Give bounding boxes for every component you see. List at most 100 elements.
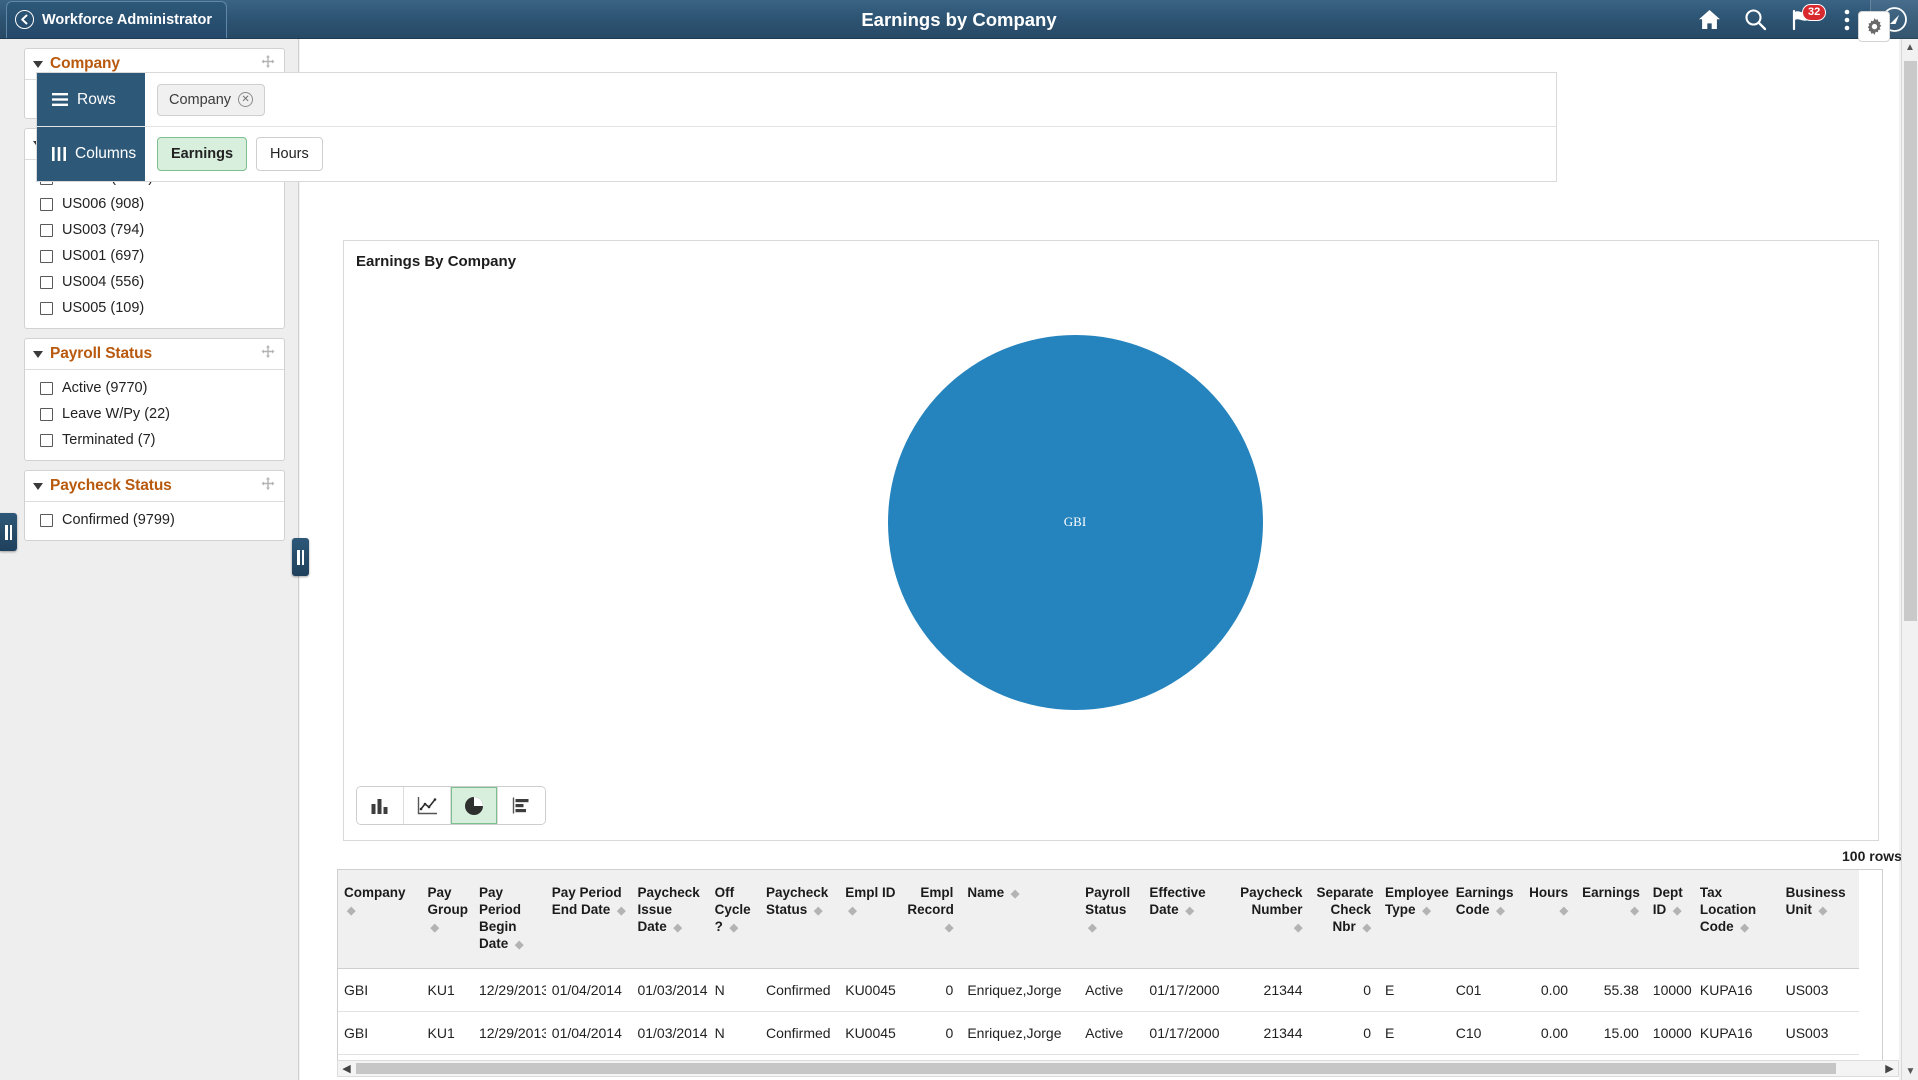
col-empl-record[interactable]: Empl Record ◆	[901, 870, 962, 969]
line-chart-icon[interactable]	[404, 787, 451, 824]
checkbox[interactable]	[40, 433, 53, 447]
collapse-filter-panel-handle[interactable]	[292, 538, 309, 576]
sort-icon[interactable]: ◆	[1673, 905, 1681, 917]
col-pay-period-begin-date[interactable]: Pay Period Begin Date ◆	[472, 870, 546, 969]
horizontal-bar-chart-icon[interactable]	[498, 787, 545, 824]
sort-icon[interactable]: ◆	[1740, 922, 1748, 934]
sort-icon[interactable]: ◆	[515, 939, 523, 951]
col-payroll-status[interactable]: Payroll Status ◆	[1079, 870, 1144, 969]
table-row[interactable]: GBI KU1 12/29/2013 01/04/2014 01/03/2014…	[338, 1011, 1859, 1055]
sort-icon[interactable]: ◆	[1185, 905, 1193, 917]
sort-icon[interactable]: ◆	[848, 905, 856, 917]
sort-icon[interactable]: ◆	[730, 922, 738, 934]
back-to-workforce-administrator-tab[interactable]: Workforce Administrator	[6, 0, 227, 38]
move-handle-icon[interactable]	[261, 345, 275, 364]
cell-off-cycle: N	[708, 968, 760, 1012]
sort-icon[interactable]: ◆	[1422, 905, 1430, 917]
checkbox[interactable]	[40, 381, 53, 395]
col-label: Empl ID	[845, 885, 896, 900]
columns-drop-target[interactable]: Columns	[37, 127, 145, 181]
grid-hscroll-thumb[interactable]	[356, 1063, 1836, 1074]
scroll-right-icon[interactable]: ▶	[1881, 1060, 1898, 1077]
col-business-unit[interactable]: Business Unit ◆	[1779, 870, 1859, 969]
search-icon[interactable]	[1732, 0, 1778, 39]
col-pay-group[interactable]: Pay Group ◆	[421, 870, 473, 969]
checkbox[interactable]	[40, 407, 53, 421]
col-pay-period-end-date[interactable]: Pay Period End Date ◆	[545, 870, 632, 969]
sort-icon[interactable]: ◆	[431, 922, 439, 934]
measure-button-hours[interactable]: Hours	[256, 137, 323, 171]
remove-chip-icon[interactable]: ✕	[238, 92, 254, 107]
col-hours[interactable]: Hours ◆	[1522, 870, 1577, 969]
sort-icon[interactable]: ◆	[1819, 905, 1827, 917]
sort-icon[interactable]: ◆	[1363, 922, 1371, 934]
facet-filter-panel: Company GBI (9799) Business Unit GBIBU (…	[0, 39, 299, 1080]
pie-chart-icon[interactable]	[451, 787, 498, 824]
sort-icon[interactable]: ◆	[814, 905, 822, 917]
col-earnings[interactable]: Earnings ◆	[1576, 870, 1647, 969]
rows-drop-target[interactable]: Rows	[37, 73, 145, 126]
col-separate-check-nbr[interactable]: Separate Check Nbr ◆	[1310, 870, 1380, 969]
cell-earnings: 15.00	[1576, 1011, 1647, 1055]
page-scroll-down-icon[interactable]: ▼	[1902, 1063, 1918, 1080]
checkbox[interactable]	[40, 301, 53, 315]
page-vertical-scrollbar[interactable]: ▲ ▼	[1901, 39, 1918, 1080]
facet-item[interactable]: Active (9770)	[25, 375, 284, 401]
sort-icon[interactable]: ◆	[1294, 922, 1302, 934]
sort-icon[interactable]: ◆	[617, 905, 625, 917]
sort-icon[interactable]: ◆	[1088, 922, 1096, 934]
sort-icon[interactable]: ◆	[1011, 888, 1019, 900]
move-handle-icon[interactable]	[261, 477, 275, 496]
notifications-flag-icon[interactable]: 32	[1778, 0, 1827, 39]
facet-item[interactable]: US005 (109)	[25, 295, 284, 321]
checkbox[interactable]	[40, 513, 53, 527]
bar-chart-icon[interactable]	[357, 787, 404, 824]
scroll-left-icon[interactable]: ◀	[338, 1060, 355, 1077]
facet-item[interactable]: Leave W/Py (22)	[25, 401, 284, 427]
checkbox[interactable]	[40, 197, 53, 211]
collapse-page-handle[interactable]	[0, 513, 17, 551]
gear-icon[interactable]	[1858, 11, 1890, 42]
col-paycheck-issue-date[interactable]: Paycheck Issue Date ◆	[631, 870, 709, 969]
col-dept-id[interactable]: Dept ID ◆	[1646, 870, 1694, 969]
col-name[interactable]: Name ◆	[961, 870, 1080, 969]
col-tax-location-code[interactable]: Tax Location Code ◆	[1693, 870, 1780, 969]
col-off-cycle[interactable]: Off Cycle ? ◆	[708, 870, 760, 969]
col-empl-id[interactable]: Empl ID ◆	[839, 870, 902, 969]
facet-paycheck-status-header[interactable]: Paycheck Status	[25, 471, 284, 502]
checkbox[interactable]	[40, 275, 53, 289]
facet-title: Paycheck Status	[50, 477, 172, 494]
measure-button-earnings[interactable]: Earnings	[157, 137, 248, 171]
col-employee-type[interactable]: Employee Type ◆	[1379, 870, 1450, 969]
facet-item[interactable]: US006 (908)	[25, 191, 284, 217]
facet-item[interactable]: Confirmed (9799)	[25, 507, 284, 533]
sort-icon[interactable]: ◆	[1630, 905, 1638, 917]
col-paycheck-status[interactable]: Paycheck Status ◆	[759, 870, 840, 969]
pie-slice-gbi[interactable]: GBI	[887, 334, 1263, 710]
table-row[interactable]: GBI KU1 12/29/2013 01/04/2014 01/03/2014…	[338, 968, 1859, 1012]
col-effective-date[interactable]: Effective Date ◆	[1143, 870, 1234, 969]
checkbox[interactable]	[40, 223, 53, 237]
grid-horizontal-scrollbar[interactable]: ◀ ▶	[337, 1060, 1899, 1077]
row-chip-company[interactable]: Company ✕	[157, 83, 266, 116]
sort-icon[interactable]: ◆	[1496, 905, 1504, 917]
facet-item[interactable]: US004 (556)	[25, 269, 284, 295]
home-icon[interactable]	[1686, 0, 1732, 39]
sort-icon[interactable]: ◆	[945, 922, 953, 934]
facet-item[interactable]: US001 (697)	[25, 243, 284, 269]
page-scroll-up-icon[interactable]: ▲	[1902, 39, 1918, 56]
move-handle-icon[interactable]	[261, 55, 275, 74]
facet-item[interactable]: US003 (794)	[25, 217, 284, 243]
sort-icon[interactable]: ◆	[1560, 905, 1568, 917]
page-scroll-thumb[interactable]	[1904, 61, 1917, 621]
col-earnings-code[interactable]: Earnings Code ◆	[1449, 870, 1523, 969]
facet-item[interactable]: Terminated (7)	[25, 427, 284, 453]
col-company[interactable]: Company ◆	[338, 870, 422, 969]
sort-icon[interactable]: ◆	[347, 905, 355, 917]
sort-icon[interactable]: ◆	[674, 922, 682, 934]
checkbox[interactable]	[40, 249, 53, 263]
cell-empl-id: KU0045	[839, 1011, 902, 1055]
col-paycheck-number[interactable]: Paycheck Number ◆	[1233, 870, 1311, 969]
facet-payroll-status-header[interactable]: Payroll Status	[25, 339, 284, 370]
columns-icon	[52, 147, 66, 161]
